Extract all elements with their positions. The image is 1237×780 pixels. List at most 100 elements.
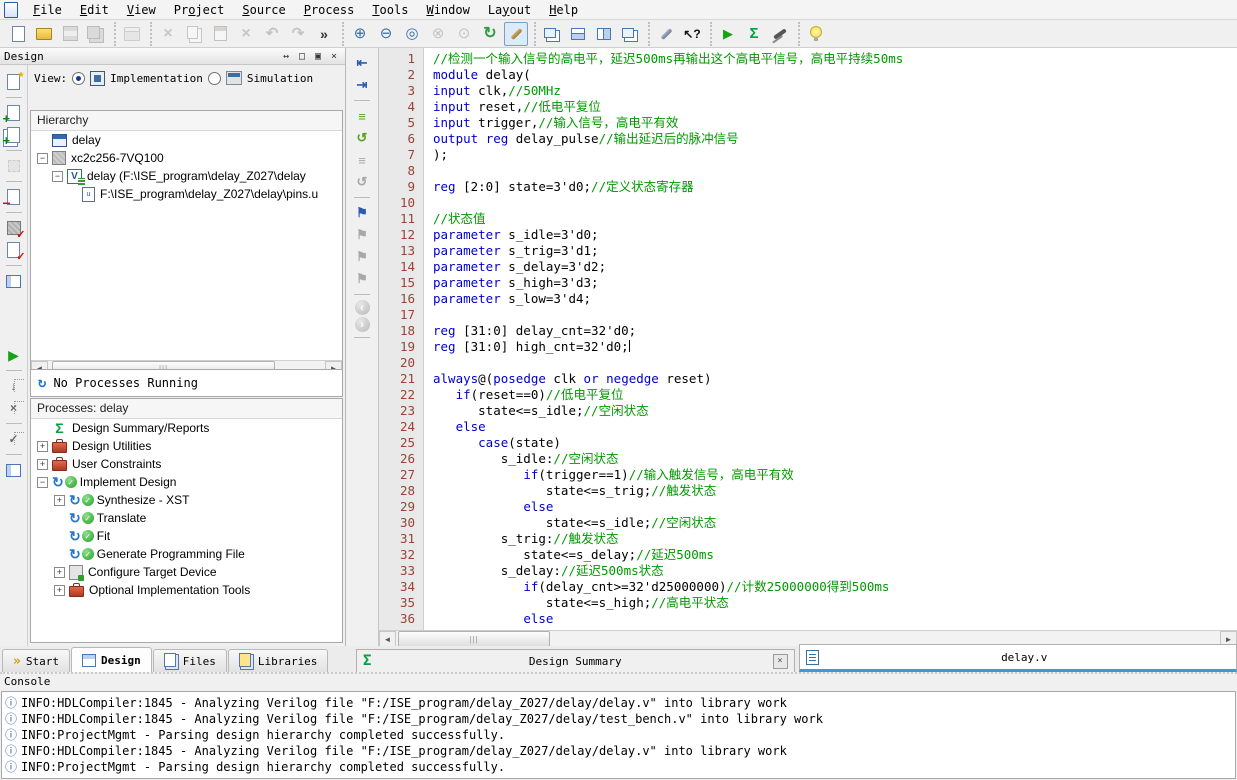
refresh-icon[interactable]: ↻ xyxy=(478,22,502,46)
zoom-search-icon[interactable]: ⊙ xyxy=(452,22,476,46)
code-line-text[interactable] xyxy=(424,355,433,370)
new-source-icon[interactable] xyxy=(4,72,24,92)
tile-horizontal-icon[interactable] xyxy=(566,22,590,46)
zoom-full-icon[interactable]: ⊗ xyxy=(426,22,450,46)
code-line-text[interactable]: always@(posedge clk or negedge reset) xyxy=(424,371,712,386)
tree-expander[interactable]: + xyxy=(54,585,65,596)
panel-close-button[interactable]: × xyxy=(327,50,341,63)
code-line-text[interactable]: else xyxy=(424,419,486,434)
process-optional-implementation-tools[interactable]: +Optional Implementation Tools xyxy=(31,581,342,599)
zoom-selection-icon[interactable]: ◎ xyxy=(400,22,424,46)
help-pointer-icon[interactable]: ↖? xyxy=(680,22,704,46)
cut-icon[interactable] xyxy=(156,22,180,46)
process-generate-programming-file[interactable]: ↻✓Generate Programming File xyxy=(31,545,342,563)
code-line-text[interactable]: else xyxy=(424,499,553,514)
save-icon[interactable] xyxy=(58,22,82,46)
tab-start[interactable]: »Start xyxy=(2,649,70,672)
process-translate[interactable]: ↻✓Translate xyxy=(31,509,342,527)
process-stop-process-icon[interactable]: × xyxy=(4,398,24,418)
bookmark-next-icon[interactable]: ⚑ xyxy=(351,225,373,245)
process-verify-process-icon[interactable]: ✓ xyxy=(4,429,24,449)
process-design-utilities[interactable]: +Design Utilities xyxy=(31,437,342,455)
zoom-out-icon[interactable]: ⊖ xyxy=(374,22,398,46)
tab-design[interactable]: Design xyxy=(71,647,152,672)
device-check-icon[interactable] xyxy=(4,218,24,238)
code-line-text[interactable]: s_trig://触发状态 xyxy=(424,531,618,546)
unindent-icon[interactable]: ⇤ xyxy=(351,53,373,73)
tree-expander[interactable]: + xyxy=(54,567,65,578)
menu-help[interactable]: Help xyxy=(540,2,587,18)
nav-back-icon[interactable]: ‹ xyxy=(355,300,370,315)
hierarchy-item-xc2c256-7vq100[interactable]: −xc2c256-7VQ100 xyxy=(31,149,342,167)
menu-edit[interactable]: Edit xyxy=(71,2,118,18)
open-folder-icon[interactable] xyxy=(32,22,56,46)
new-file-icon[interactable] xyxy=(6,22,30,46)
code-editor[interactable]: 1//检测一个输入信号的高电平，延迟500ms再输出这个高电平信号，高电平持续5… xyxy=(379,48,1237,630)
code-line-text[interactable]: state<=s_idle;//空闲状态 xyxy=(424,515,716,530)
editor-tab-design-summary[interactable]: ΣDesign Summary× xyxy=(356,649,795,672)
highlight-lines-icon[interactable]: ≡ xyxy=(351,106,373,126)
code-line-text[interactable]: state<=s_delay;//延迟500ms xyxy=(424,547,714,562)
redo-lines-muted-icon[interactable]: ↺ xyxy=(351,172,373,192)
undo-lines-icon[interactable]: ↺ xyxy=(351,128,373,148)
analyze-icon[interactable] xyxy=(768,22,792,46)
print-icon[interactable] xyxy=(120,22,144,46)
menu-tools[interactable]: Tools xyxy=(363,2,417,18)
code-line-text[interactable]: if(reset==0)//低电平复位 xyxy=(424,387,623,402)
menu-view[interactable]: View xyxy=(118,2,165,18)
cascade-windows-icon[interactable] xyxy=(540,22,564,46)
close-icon[interactable]: × xyxy=(773,654,788,669)
code-line-text[interactable] xyxy=(424,307,433,322)
code-line-text[interactable]: state<=s_idle;//空闲状态 xyxy=(424,403,649,418)
process-design-summary-reports[interactable]: ΣDesign Summary/Reports xyxy=(31,419,342,437)
design-summary-icon[interactable]: Σ xyxy=(742,22,766,46)
manage-partitions-icon[interactable] xyxy=(4,156,24,176)
bookmark-clear-icon[interactable]: ⚑ xyxy=(351,269,373,289)
add-source-icon[interactable] xyxy=(4,103,24,123)
menu-source[interactable]: Source xyxy=(233,2,294,18)
tab-libraries[interactable]: Libraries xyxy=(228,649,329,672)
process-fit[interactable]: ↻✓Fit xyxy=(31,527,342,545)
code-line-text[interactable]: parameter s_delay=3'd2; xyxy=(424,259,606,274)
menu-file[interactable]: File xyxy=(24,2,71,18)
menu-project[interactable]: Project xyxy=(165,2,234,18)
redo-icon[interactable]: ↷ xyxy=(286,22,310,46)
code-line-text[interactable]: state<=s_trig;//触发状态 xyxy=(424,483,716,498)
bookmark-icon[interactable]: ⚑ xyxy=(351,203,373,223)
undo-icon[interactable]: ↶ xyxy=(260,22,284,46)
code-line-text[interactable]: if(delay_cnt>=32'd25000000)//计数25000000得… xyxy=(424,579,889,594)
code-line-text[interactable]: //检测一个输入信号的高电平，延迟500ms再输出这个高电平信号，高电平持续50… xyxy=(424,51,903,66)
process-synthesize-xst[interactable]: +↻✓Synthesize - XST xyxy=(31,491,342,509)
code-line-text[interactable]: state<=s_high;//高电平状态 xyxy=(424,595,729,610)
code-line-text[interactable]: input reset,//低电平复位 xyxy=(424,99,601,114)
tree-expander[interactable]: + xyxy=(37,459,48,470)
more-icon[interactable]: » xyxy=(312,22,336,46)
settings-wrench-icon[interactable] xyxy=(654,22,678,46)
code-line-text[interactable]: parameter s_trig=3'd1; xyxy=(424,243,599,258)
remove-source-icon[interactable] xyxy=(4,187,24,207)
tile-vertical-icon[interactable] xyxy=(592,22,616,46)
code-line-text[interactable] xyxy=(424,195,433,210)
process-run-step-icon[interactable]: ↓ xyxy=(4,376,24,396)
code-line-text[interactable]: output reg delay_pulse//输出延迟后的脉冲信号 xyxy=(424,131,739,146)
code-line-text[interactable]: ); xyxy=(424,147,448,162)
tree-expander[interactable]: − xyxy=(37,153,48,164)
view-radio-implementation[interactable] xyxy=(72,72,85,85)
code-line-text[interactable]: module delay( xyxy=(424,67,531,82)
float-window-icon[interactable] xyxy=(618,22,642,46)
tree-expander[interactable]: + xyxy=(37,441,48,452)
process-play-icon[interactable]: ▶ xyxy=(4,345,24,365)
paste-icon[interactable] xyxy=(208,22,232,46)
hierarchy-item-f-ise-program-delay-z027-delay-pins-u[interactable]: uF:\ISE_program\delay_Z027\delay\pins.u xyxy=(31,185,342,203)
copy-icon[interactable] xyxy=(182,22,206,46)
code-lines[interactable]: 1//检测一个输入信号的高电平，延迟500ms再输出这个高电平信号，高电平持续5… xyxy=(379,51,1237,627)
delete-icon[interactable] xyxy=(234,22,258,46)
menu-process[interactable]: Process xyxy=(295,2,364,18)
code-line-text[interactable]: if(trigger==1)//输入触发信号，高电平有效 xyxy=(424,467,794,482)
layout-view-icon[interactable] xyxy=(4,271,24,291)
code-line-text[interactable]: //状态值 xyxy=(424,211,486,226)
tree-expander[interactable]: − xyxy=(52,171,63,182)
code-line-text[interactable]: s_idle://空闲状态 xyxy=(424,451,618,466)
bookmark-prev-icon[interactable]: ⚑ xyxy=(351,247,373,267)
code-line-text[interactable]: else xyxy=(424,611,553,626)
